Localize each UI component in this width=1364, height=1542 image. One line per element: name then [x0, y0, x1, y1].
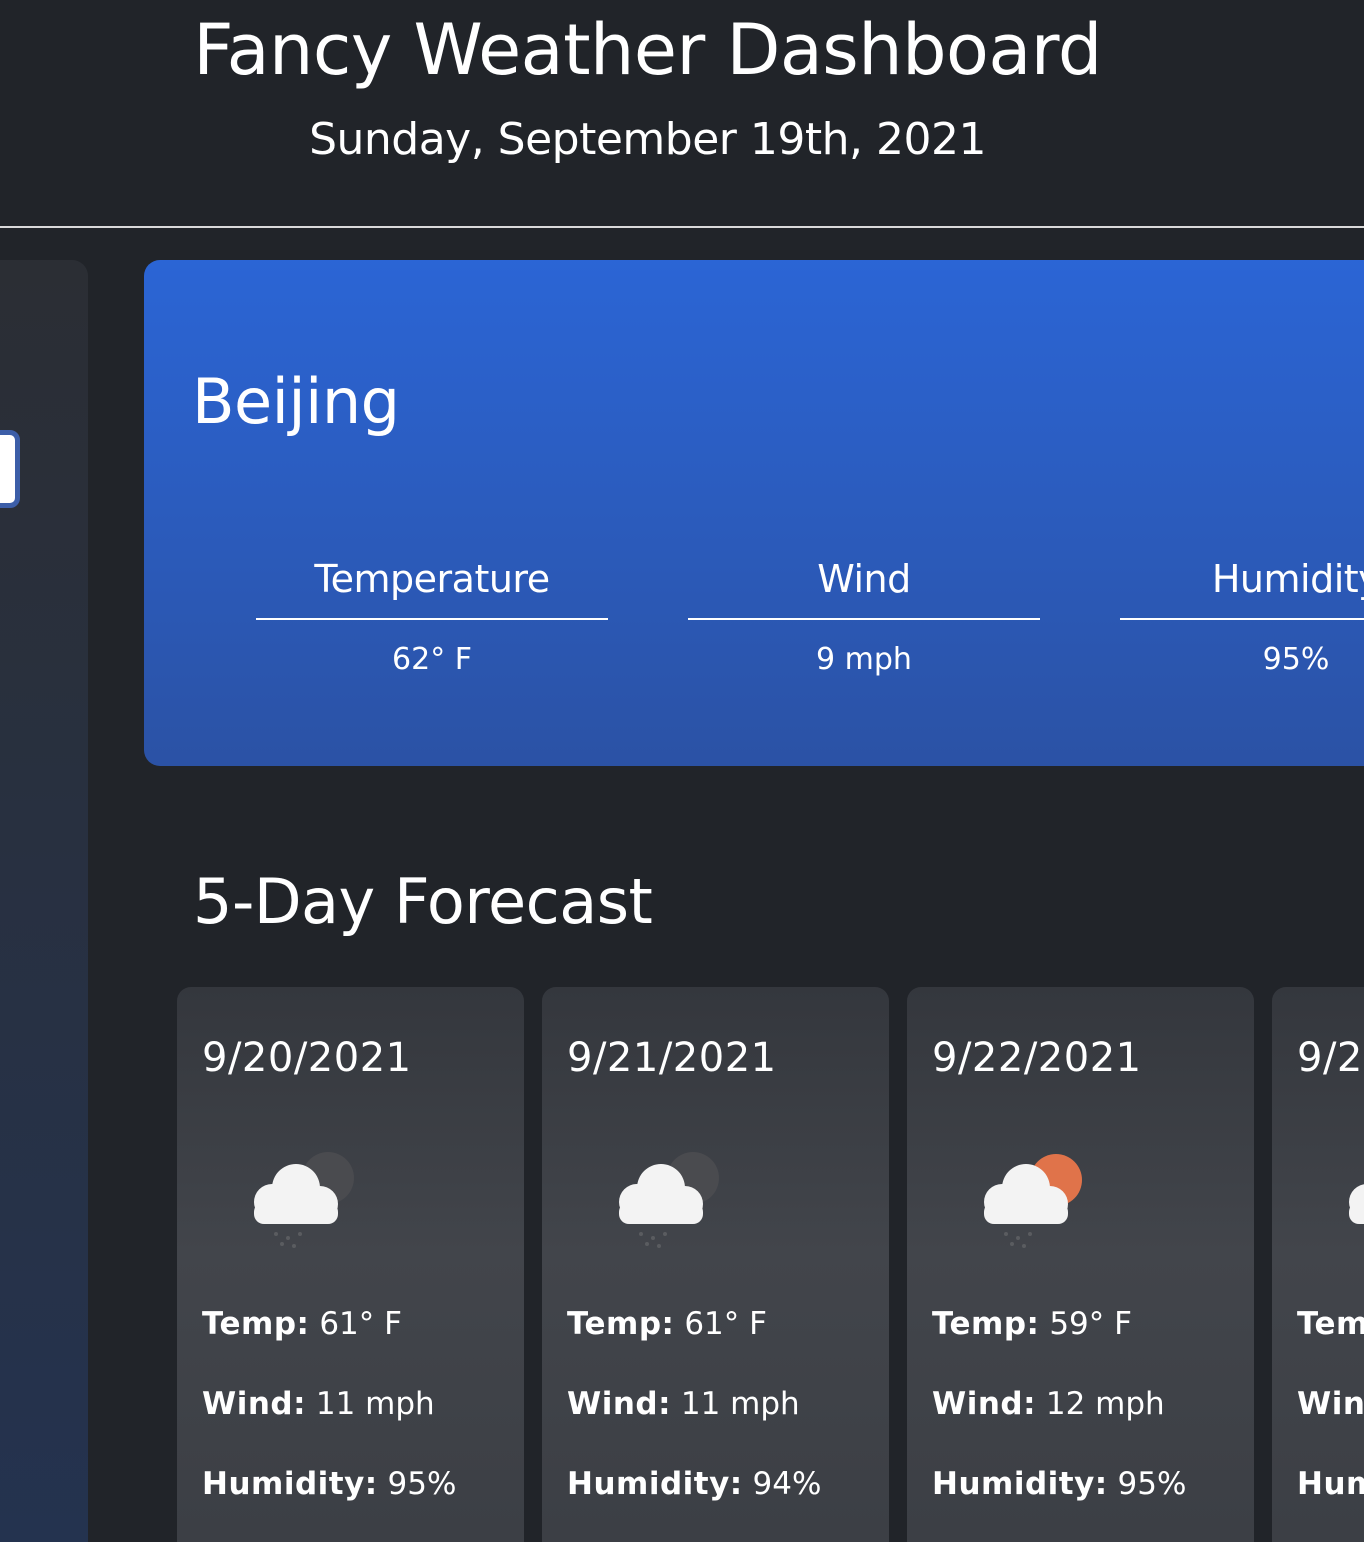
humidity-label: Humidity — [1120, 550, 1364, 620]
forecast-temp: Temp: 61° F — [567, 1303, 767, 1345]
wind-value: 12 mph — [1045, 1386, 1165, 1422]
forecast-day-card: 9/21/2021 Temp: 61° F Wind: 11 mph Humid… — [542, 987, 889, 1542]
forecast-wind: Wind: — [1297, 1383, 1364, 1425]
forecast-wind: Wind: 12 mph — [932, 1383, 1165, 1425]
temperature-label: Temperature — [256, 550, 608, 620]
cloud-icon — [1349, 1184, 1364, 1224]
temp-label: Temp: — [932, 1306, 1040, 1342]
wind-label: Wind: — [932, 1386, 1036, 1422]
forecast-humidity: Humidity: — [1297, 1463, 1364, 1505]
wind-value: 11 mph — [315, 1386, 435, 1422]
humidity-value: 95% — [1117, 1466, 1187, 1502]
forecast-humidity: Humidity: 94% — [567, 1463, 821, 1505]
temperature-stat: Temperature 62° F — [256, 550, 608, 680]
temp-value: 61° F — [319, 1306, 402, 1342]
humidity-value: 95% — [387, 1466, 457, 1502]
forecast-title: 5-Day Forecast — [193, 865, 653, 938]
cloud-rain-night-icon — [619, 1152, 719, 1248]
humidity-label: Humidity: — [567, 1466, 743, 1502]
forecast-day-card: 9/23/2021 Temp: Wind: Humidity: — [1272, 987, 1364, 1542]
wind-label: Wind — [688, 550, 1040, 620]
app-title: Fancy Weather Dashboard — [193, 9, 1102, 91]
humidity-stat: Humidity 95% — [1120, 550, 1364, 680]
forecast-date: 9/22/2021 — [932, 1035, 1142, 1081]
wind-label: Wind: — [1297, 1386, 1364, 1422]
page-header: Fancy Weather Dashboard Sunday, Septembe… — [0, 0, 1364, 228]
forecast-date: 9/21/2021 — [567, 1035, 777, 1081]
cloud-rain-sun-icon — [984, 1154, 1082, 1248]
forecast-wind: Wind: 11 mph — [567, 1383, 800, 1425]
city-search-input[interactable] — [0, 430, 20, 508]
current-date: Sunday, September 19th, 2021 — [309, 114, 986, 165]
humidity-label: Humidity: — [932, 1466, 1108, 1502]
forecast-humidity: Humidity: 95% — [932, 1463, 1186, 1505]
humidity-label: Humidity: — [202, 1466, 378, 1502]
forecast-day-card: 9/20/2021 Temp: 61° F Wind: 11 mph Humid… — [177, 987, 524, 1542]
wind-value: 11 mph — [680, 1386, 800, 1422]
forecast-day-card: 9/22/2021 Temp: 59° F Wind: 12 mph Humid… — [907, 987, 1254, 1542]
temp-label: Temp: — [1297, 1306, 1364, 1342]
forecast-date: 9/23/2021 — [1297, 1035, 1364, 1081]
search-sidebar — [0, 260, 88, 1542]
temp-label: Temp: — [567, 1306, 675, 1342]
wind-label: Wind: — [567, 1386, 671, 1422]
forecast-temp: Temp: — [1297, 1303, 1364, 1345]
forecast-wind: Wind: 11 mph — [202, 1383, 435, 1425]
cloud-rain-night-icon — [254, 1152, 354, 1248]
city-name: Beijing — [192, 365, 400, 438]
current-weather-card: Beijing Temperature 62° F Wind 9 mph Hum… — [144, 260, 1364, 766]
wind-value: 9 mph — [816, 642, 912, 677]
forecast-humidity: Humidity: 95% — [202, 1463, 456, 1505]
temp-value: 61° F — [684, 1306, 767, 1342]
temp-value: 59° F — [1049, 1306, 1132, 1342]
humidity-label: Humidity: — [1297, 1466, 1364, 1502]
wind-label: Wind: — [202, 1386, 306, 1422]
forecast-temp: Temp: 61° F — [202, 1303, 402, 1345]
wind-stat: Wind 9 mph — [688, 550, 1040, 680]
weather-dashboard: Fancy Weather Dashboard Sunday, Septembe… — [0, 0, 1364, 1542]
forecast-temp: Temp: 59° F — [932, 1303, 1132, 1345]
humidity-value: 94% — [752, 1466, 822, 1502]
temperature-value: 62° F — [392, 642, 472, 677]
forecast-date: 9/20/2021 — [202, 1035, 412, 1081]
temp-label: Temp: — [202, 1306, 310, 1342]
humidity-value: 95% — [1262, 642, 1330, 677]
